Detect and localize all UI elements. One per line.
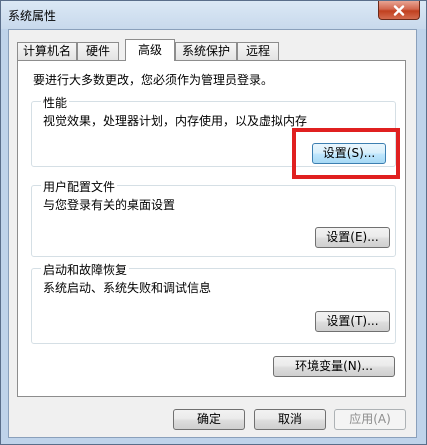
window-title: 系统属性 <box>8 9 57 23</box>
startup-recovery-group: 启动和故障恢复 系统启动、系统失败和调试信息 设置(T)... <box>31 261 396 344</box>
environment-variables-button[interactable]: 环境变量(N)... <box>273 356 395 377</box>
system-properties-window: 系统属性 计算机名 硬件 高级 系统保护 远程 要进行大多数更改，您必须作为管理… <box>0 0 427 445</box>
performance-settings-button[interactable]: 设置(S)... <box>312 143 386 164</box>
close-icon <box>393 4 405 16</box>
startup-recovery-settings-button[interactable]: 设置(T)... <box>315 311 390 332</box>
advanced-tab-panel: 要进行大多数更改，您必须作为管理员登录。 性能 视觉效果，处理器计划，内存使用，… <box>17 60 406 397</box>
cancel-button[interactable]: 取消 <box>254 409 326 430</box>
tab-advanced[interactable]: 高级 <box>125 39 175 61</box>
close-button[interactable] <box>378 1 420 20</box>
user-profiles-description: 与您登录有关的桌面设置 <box>43 198 176 212</box>
tab-computer-name[interactable]: 计算机名 <box>17 42 77 60</box>
tab-system-protection[interactable]: 系统保护 <box>175 42 237 60</box>
startup-recovery-title: 启动和故障恢复 <box>41 261 130 278</box>
tab-hardware[interactable]: 硬件 <box>77 42 119 60</box>
tab-remote[interactable]: 远程 <box>237 42 279 60</box>
ok-button[interactable]: 确定 <box>173 409 245 430</box>
startup-recovery-description: 系统启动、系统失败和调试信息 <box>43 281 212 295</box>
performance-title: 性能 <box>41 94 70 111</box>
user-profiles-settings-button[interactable]: 设置(E)... <box>315 227 390 248</box>
user-profiles-title: 用户配置文件 <box>41 178 118 195</box>
admin-note: 要进行大多数更改，您必须作为管理员登录。 <box>33 73 274 87</box>
dialog-client-area: 计算机名 硬件 高级 系统保护 远程 要进行大多数更改，您必须作为管理员登录。 … <box>8 29 417 438</box>
apply-button[interactable]: 应用(A) <box>334 409 406 430</box>
user-profiles-group: 用户配置文件 与您登录有关的桌面设置 设置(E)... <box>31 178 396 257</box>
title-bar[interactable]: 系统属性 <box>1 1 426 29</box>
performance-group: 性能 视觉效果，处理器计划，内存使用，以及虚拟内存 设置(S)... <box>31 94 396 167</box>
performance-description: 视觉效果，处理器计划，内存使用，以及虚拟内存 <box>43 114 308 128</box>
